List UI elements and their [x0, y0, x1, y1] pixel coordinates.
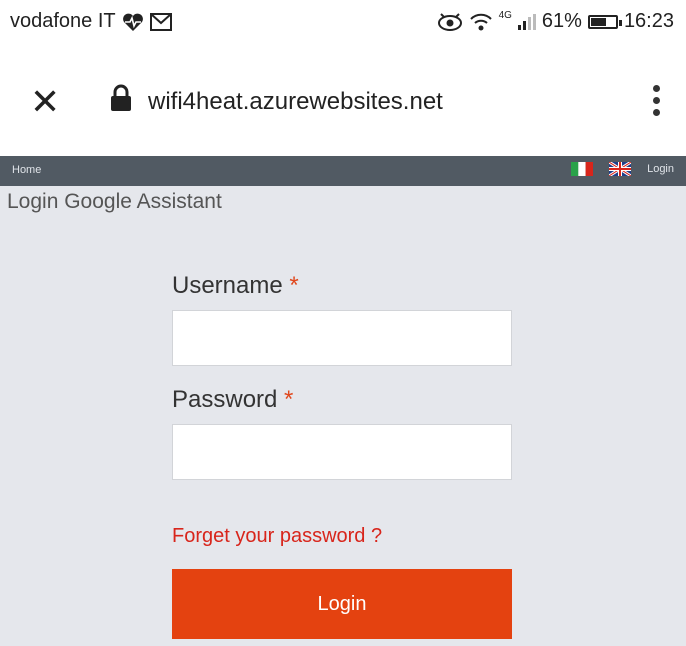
forgot-password-link[interactable]: Forget your password ? [172, 525, 382, 548]
login-button[interactable]: Login [172, 569, 512, 639]
password-label-text: Password [172, 386, 278, 413]
italian-flag-icon[interactable] [571, 162, 594, 176]
heart-monitor-icon [122, 13, 143, 31]
page-title: Login Google Assistant [7, 190, 222, 213]
signal-icon [517, 13, 536, 30]
required-mark: * [289, 272, 299, 299]
url-text[interactable]: wifi4heat.azurewebsites.net [148, 88, 443, 116]
clock: 16:23 [623, 10, 674, 32]
carrier-group: vodafone IT [10, 10, 172, 33]
browser-toolbar: ✕ wifi4heat.azurewebsites.net [0, 44, 686, 156]
main-content: Login Google Assistant Username * Passwo… [0, 186, 686, 646]
required-mark: * [284, 386, 294, 413]
status-icons: 4G 61% 16:23 [437, 10, 674, 33]
login-form: Username * Password * [172, 272, 512, 480]
battery-percent: 61% [541, 10, 582, 32]
wifi-icon [469, 13, 492, 30]
username-label: Username * [172, 272, 512, 300]
close-icon[interactable]: ✕ [30, 84, 60, 120]
username-label-text: Username [172, 272, 283, 299]
battery-icon [587, 14, 622, 29]
password-input[interactable] [172, 424, 512, 480]
site-navbar: Home Login [0, 156, 686, 186]
mail-icon [149, 12, 172, 31]
more-vert-icon[interactable] [646, 82, 666, 122]
password-label: Password * [172, 386, 512, 414]
uk-flag-icon[interactable] [609, 162, 632, 176]
username-input[interactable] [172, 310, 512, 366]
status-bar: vodafone IT 4G 61% 16:23 [0, 0, 686, 44]
lock-icon [111, 84, 131, 111]
nav-login-link[interactable]: Login [647, 163, 674, 175]
nav-right: Login [571, 162, 674, 176]
nav-home-link[interactable]: Home [12, 164, 41, 176]
carrier-name: vodafone IT [10, 10, 116, 32]
eye-icon [437, 12, 462, 31]
network-type: 4G [498, 10, 512, 21]
